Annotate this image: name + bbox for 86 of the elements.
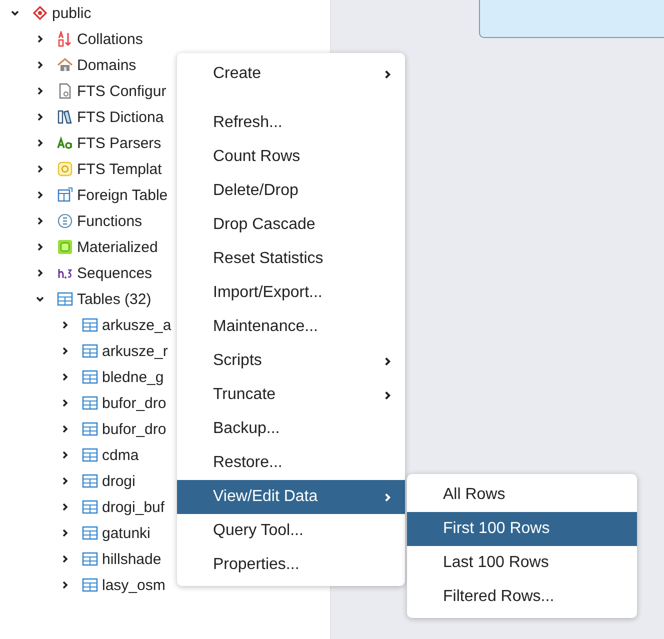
menu-item[interactable]: Import/Export... [177, 276, 405, 310]
menu-item[interactable]: All Rows [407, 478, 637, 512]
menu-item[interactable]: Delete/Drop [177, 174, 405, 208]
tree-item[interactable]: FTS Dictiona [77, 108, 164, 126]
books-icon [57, 109, 73, 125]
chevron-right-icon[interactable] [35, 242, 45, 252]
chevron-right-icon[interactable] [35, 34, 45, 44]
tree-item[interactable]: Domains [77, 56, 136, 74]
house-icon [57, 57, 73, 73]
table-icon [82, 473, 98, 489]
diamond-icon [32, 5, 48, 21]
tree-item[interactable]: cdma [102, 446, 139, 464]
chevron-right-icon[interactable] [35, 190, 45, 200]
table-icon [82, 317, 98, 333]
table-icon [82, 369, 98, 385]
chevron-right-icon[interactable] [35, 112, 45, 122]
chevron-right-icon[interactable] [35, 86, 45, 96]
chevron-right-icon[interactable] [60, 476, 70, 486]
tree-item[interactable]: arkusze_a [102, 316, 172, 334]
tree-item[interactable]: Tables (32) [77, 290, 152, 308]
tree-item[interactable]: gatunki [102, 524, 150, 542]
chevron-right-icon[interactable] [35, 60, 45, 70]
chevron-right-icon[interactable] [60, 450, 70, 460]
chevron-right-icon[interactable] [35, 268, 45, 278]
tree-item[interactable]: bufor_dro [102, 420, 166, 438]
chevron-right-icon[interactable] [35, 216, 45, 226]
document-icon [57, 83, 73, 99]
table-icon [82, 551, 98, 567]
table-icon [82, 525, 98, 541]
tree-item[interactable]: lasy_osm [102, 576, 166, 594]
menu-item[interactable]: Drop Cascade [177, 208, 405, 242]
chevron-right-icon[interactable] [60, 372, 70, 382]
menu-item[interactable]: Properties... [177, 548, 405, 582]
tree-item[interactable]: FTS Templat [77, 160, 162, 178]
tree-item[interactable]: bufor_dro [102, 394, 166, 412]
menu-item[interactable]: Count Rows [177, 140, 405, 174]
chevron-right-icon[interactable] [60, 424, 70, 434]
sort-icon [57, 31, 73, 47]
menu-item[interactable]: Backup... [177, 412, 405, 446]
menu-item[interactable]: Last 100 Rows [407, 546, 637, 580]
tree-item[interactable]: Functions [77, 212, 142, 230]
tree-item[interactable]: Foreign Table [77, 186, 168, 204]
table-icon [82, 499, 98, 515]
menu-item[interactable]: Create [177, 57, 405, 91]
table-icon [57, 291, 73, 307]
menu-item[interactable]: Query Tool... [177, 514, 405, 548]
table-icon [82, 343, 98, 359]
menu-item[interactable]: Refresh... [177, 106, 405, 140]
table-icon [82, 395, 98, 411]
table-icon [82, 447, 98, 463]
tree-item[interactable]: drogi_buf [102, 498, 165, 516]
letters-icon [57, 135, 73, 151]
table-icon [57, 187, 73, 203]
tree-item[interactable]: hillshade [102, 550, 162, 568]
template-icon [57, 161, 73, 177]
chevron-right-icon[interactable] [60, 528, 70, 538]
chevron-right-icon[interactable] [60, 398, 70, 408]
chevron-right-icon[interactable] [60, 502, 70, 512]
tree-item[interactable]: FTS Parsers [77, 134, 162, 152]
chevron-right-icon[interactable] [35, 138, 45, 148]
menu-item[interactable]: Maintenance... [177, 310, 405, 344]
chevron-right-icon[interactable] [60, 554, 70, 564]
menu-item[interactable]: View/Edit Data [177, 480, 405, 514]
view-icon [57, 239, 73, 255]
tree-item[interactable]: bledne_g [102, 368, 164, 386]
menu-item[interactable]: First 100 Rows [407, 512, 637, 546]
tree-item[interactable]: drogi [102, 472, 136, 490]
menu-item[interactable]: Reset Statistics [177, 242, 405, 276]
tree-item[interactable]: Materialized [77, 238, 158, 256]
tree-item[interactable]: public [52, 4, 92, 22]
chevron-right-icon[interactable] [35, 164, 45, 174]
tree-item[interactable]: Collations [77, 30, 143, 48]
chevron-right-icon[interactable] [60, 580, 70, 590]
chevron-right-icon[interactable] [60, 346, 70, 356]
menu-item[interactable]: Truncate [177, 378, 405, 412]
tree-item[interactable]: FTS Configur [77, 82, 166, 100]
menu-item[interactable]: Scripts [177, 344, 405, 378]
chevron-right-icon[interactable] [60, 320, 70, 330]
tree-item[interactable]: Sequences [77, 264, 152, 282]
tree-item[interactable]: arkusze_r [102, 342, 168, 360]
chevron-down-icon[interactable] [35, 294, 45, 304]
table-icon [82, 577, 98, 593]
chevron-down-icon[interactable] [10, 8, 20, 18]
table-icon [82, 421, 98, 437]
menu-item[interactable]: Filtered Rows... [407, 580, 637, 614]
menu-item[interactable]: Restore... [177, 446, 405, 480]
